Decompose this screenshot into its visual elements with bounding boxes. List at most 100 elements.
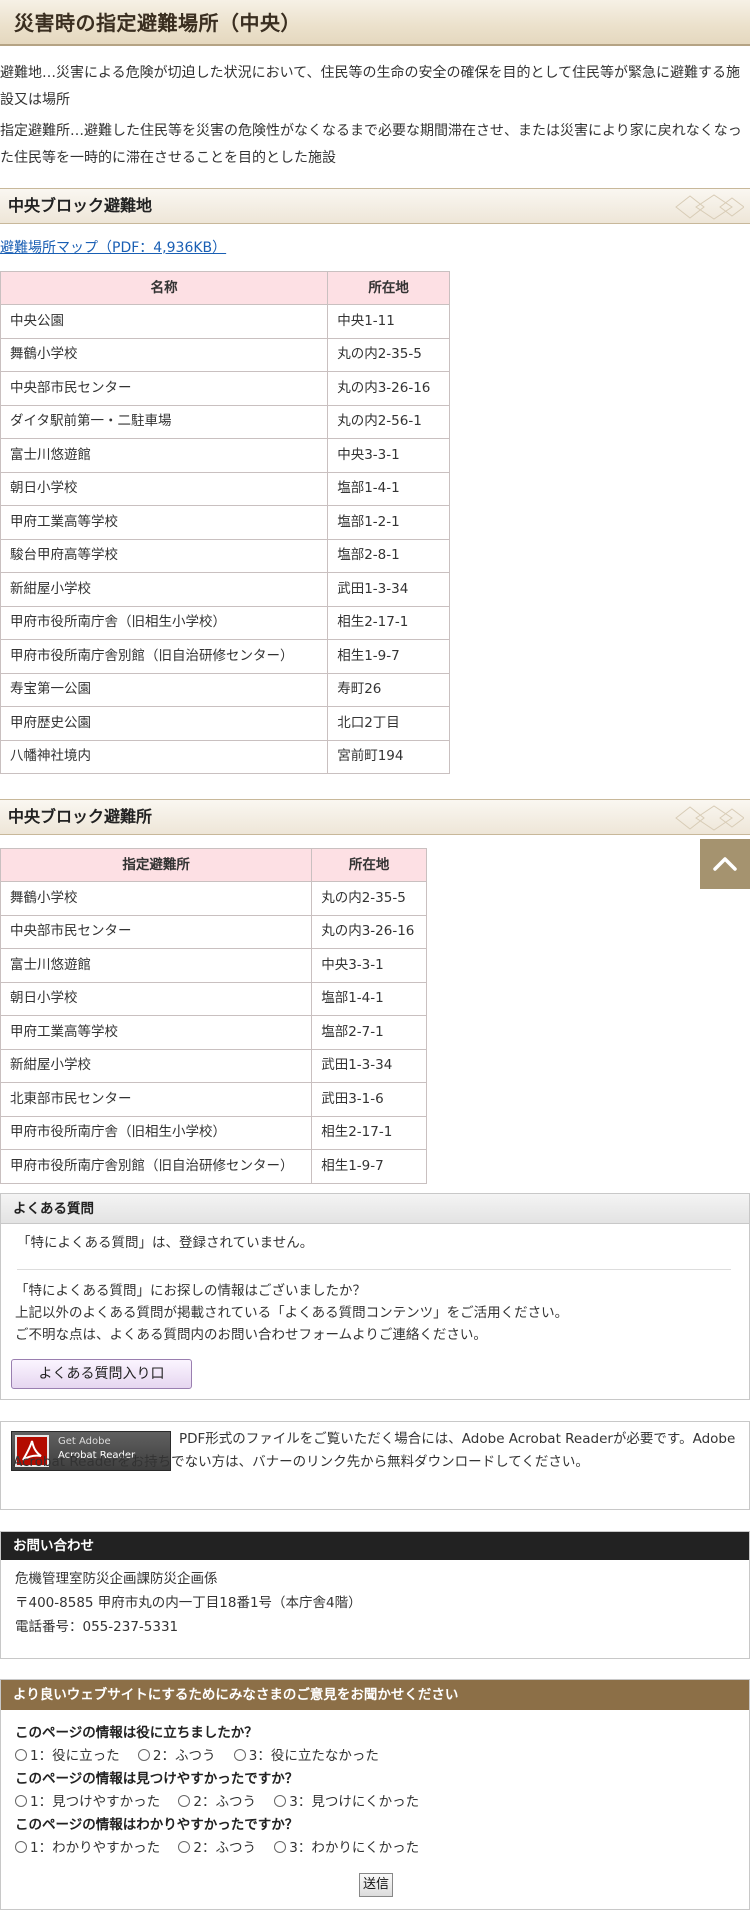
facility-name: 中央公園 — [0, 304, 329, 339]
option-label: 3：わかりにくかった — [289, 1840, 420, 1856]
submit-button[interactable]: 送信 — [359, 1873, 393, 1897]
table-row: 駿台甲府高等学校 塩部2-8-1 — [0, 538, 450, 573]
evacuation-map-pdf-link[interactable]: 避難場所マップ（PDF：4,936KB） — [0, 237, 226, 261]
column-header-shelter: 指定避難所 — [0, 848, 313, 882]
acrobat-notice: Get Adobe Acrobat Reader PDF形式のファイルをご覧いた… — [0, 1421, 750, 1510]
table-row: ダイタ駅前第一・二駐車場 丸の内2-56-1 — [0, 404, 450, 439]
survey-option[interactable]: 3：わかりにくかった — [274, 1836, 419, 1860]
survey-option[interactable]: 1：見つけやすかった — [15, 1790, 160, 1814]
radio-icon[interactable] — [15, 1841, 27, 1853]
facility-address: 北口2丁目 — [327, 706, 450, 741]
radio-icon[interactable] — [233, 1749, 246, 1761]
facility-address: 塩部1-2-1 — [327, 505, 450, 540]
table-row: 寿宝第一公園 寿町26 — [0, 672, 450, 707]
page-title: 災害時の指定避難場所（中央） — [14, 11, 301, 35]
survey-option[interactable]: 3：見つけにくかった — [274, 1790, 419, 1814]
faq-guidance-line: 上記以外のよくある質問が掲載されている「よくある質問コンテンツ」をご活用ください… — [15, 1305, 569, 1321]
table-row: 甲府歴史公園 北口2丁目 — [0, 706, 450, 741]
table-row: 甲府市役所南庁舎（旧相生小学校） 相生2-17-1 — [0, 605, 450, 640]
option-label: 1：役に立った — [30, 1748, 120, 1764]
intro-paragraph: 指定避難所…避難した住民等を災害の危険性がなくなるまで必要な期間滞在させ、または… — [0, 123, 742, 166]
facility-address: 丸の内2-56-1 — [327, 404, 450, 439]
faq-none-text: 「特によくある質問」は、登録されていません。 — [17, 1235, 314, 1251]
survey-body: このページの情報は役に立ちましたか？ 1：役に立った 2：ふつう 3：役に立たな… — [1, 1710, 749, 1872]
survey-option[interactable]: 2：ふつう — [137, 1744, 216, 1768]
shelter-address: 丸の内2-35-5 — [311, 881, 427, 916]
table-row: 甲府市役所南庁舎別館（旧自治研修センター） 相生1-9-7 — [0, 639, 450, 674]
table-row: 舞鶴小学校 丸の内2-35-5 — [0, 881, 427, 916]
facility-name: 八幡神社境内 — [0, 739, 329, 774]
radio-icon[interactable] — [274, 1795, 287, 1807]
table-row: 富士川悠遊館 中央3-3-1 — [0, 438, 450, 473]
faq-entrance-button[interactable]: よくある質問入り口 — [11, 1359, 192, 1389]
radio-icon[interactable] — [178, 1795, 191, 1807]
facility-address: 丸の内2-35-5 — [327, 337, 450, 372]
facility-address: 相生1-9-7 — [327, 639, 450, 674]
radio-icon[interactable] — [178, 1841, 191, 1853]
option-label: 2：ふつう — [193, 1794, 256, 1810]
feedback-survey: より良いウェブサイトにするためにみなさまのご意見をお聞かせください このページの… — [0, 1679, 750, 1910]
faq-guidance: 「特によくある質問」にお探しの情報はございましたか？ 上記以外のよくある質問が掲… — [15, 1280, 568, 1346]
survey-option[interactable]: 3：役に立たなかった — [233, 1744, 379, 1768]
option-label: 2：ふつう — [193, 1840, 256, 1856]
radio-icon[interactable] — [15, 1749, 27, 1761]
option-label: 2：ふつう — [152, 1748, 216, 1764]
contact-body: 危機管理室防災企画課防災企画係 〒400-8585 甲府市丸の内一丁目18番1号… — [1, 1560, 749, 1646]
shelter-name: 朝日小学校 — [0, 981, 313, 1016]
evacuation-shelters-table: 指定避難所 所在地 舞鶴小学校 丸の内2-35-5 中央部市民センター 丸の内3-2… — [0, 848, 427, 1184]
radio-icon[interactable] — [15, 1795, 27, 1807]
table-header-row: 指定避難所 所在地 — [0, 848, 427, 882]
facility-name: 甲府市役所南庁舎別館（旧自治研修センター） — [0, 639, 329, 674]
table-row: 八幡神社境内 宮前町194 — [0, 739, 450, 774]
survey-option[interactable]: 1：わかりやすかった — [15, 1836, 160, 1860]
table-row: 朝日小学校 塩部1-4-1 — [0, 471, 450, 506]
contact-box: お問い合わせ 危機管理室防災企画課防災企画係 〒400-8585 甲府市丸の内一… — [0, 1531, 750, 1659]
facility-address: 塩部2-8-1 — [327, 538, 450, 573]
page-header: 災害時の指定避難場所（中央） — [0, 0, 750, 46]
shelter-name: 中央部市民センター — [0, 914, 313, 949]
shelter-address: 相生2-17-1 — [311, 1115, 427, 1150]
shelter-address: 武田3-1-6 — [311, 1082, 427, 1117]
facility-name: 寿宝第一公園 — [0, 672, 329, 707]
shelter-name: 新紺屋小学校 — [0, 1048, 313, 1083]
faq-guidance-line: 「特によくある質問」にお探しの情報はございましたか？ — [15, 1283, 366, 1299]
table-row: 甲府工業高等学校 塩部2-7-1 — [0, 1015, 427, 1050]
facility-address: 中央3-3-1 — [327, 438, 450, 473]
option-label: 1：見つけやすかった — [30, 1794, 161, 1810]
faq-heading: よくある質問 — [1, 1194, 749, 1224]
back-to-top-button[interactable] — [700, 839, 750, 889]
chevron-up-icon — [713, 857, 737, 871]
faq-box: よくある質問 「特によくある質問」は、登録されていません。 「特によくある質問」… — [0, 1193, 750, 1400]
faq-guidance-line: ご不明な点は、よくある質問内のお問い合わせフォームよりご連絡ください。 — [15, 1327, 487, 1343]
shelter-name: 北東部市民センター — [0, 1082, 313, 1117]
column-header-name: 名称 — [0, 271, 329, 305]
survey-option[interactable]: 2：ふつう — [178, 1790, 256, 1814]
table-row: 中央部市民センター 丸の内3-26-16 — [0, 914, 427, 949]
contact-address: 〒400-8585 甲府市丸の内一丁目18番1号（本庁舎4階） — [15, 1595, 362, 1611]
radio-icon[interactable] — [137, 1749, 150, 1761]
shelter-name: 甲府市役所南庁舎別館（旧自治研修センター） — [0, 1149, 313, 1184]
contact-phone: 電話番号：055-237-5331 — [15, 1619, 179, 1635]
contact-heading: お問い合わせ — [1, 1532, 749, 1560]
radio-icon[interactable] — [274, 1841, 287, 1853]
survey-options: 1：役に立った 2：ふつう 3：役に立たなかった — [15, 1744, 735, 1768]
survey-question: このページの情報は役に立ちましたか？ — [15, 1725, 258, 1741]
facility-name: 甲府市役所南庁舎（旧相生小学校） — [0, 605, 329, 640]
table-row: 舞鶴小学校 丸の内2-35-5 — [0, 337, 450, 372]
facility-name: ダイタ駅前第一・二駐車場 — [0, 404, 329, 439]
shelter-address: 相生1-9-7 — [311, 1149, 427, 1184]
survey-option[interactable]: 1：役に立った — [15, 1744, 120, 1768]
facility-name: 新紺屋小学校 — [0, 572, 329, 607]
shelter-address: 武田1-3-34 — [311, 1048, 427, 1083]
column-header-address: 所在地 — [311, 848, 427, 882]
shelter-address: 中央3-3-1 — [311, 948, 427, 983]
intro-paragraph: 避難地…災害による危険が切迫した状況において、住民等の生命の安全の確保を目的とし… — [0, 65, 741, 108]
survey-option[interactable]: 2：ふつう — [178, 1836, 256, 1860]
table-header-row: 名称 所在地 — [0, 271, 450, 305]
facility-address: 塩部1-4-1 — [327, 471, 450, 506]
contact-department: 危機管理室防災企画課防災企画係 — [15, 1571, 218, 1587]
shelter-name: 富士川悠遊館 — [0, 948, 313, 983]
facility-name: 朝日小学校 — [0, 471, 329, 506]
intro: 避難地…災害による危険が切迫した状況において、住民等の生命の安全の確保を目的とし… — [0, 60, 750, 176]
shelter-name: 甲府工業高等学校 — [0, 1015, 313, 1050]
